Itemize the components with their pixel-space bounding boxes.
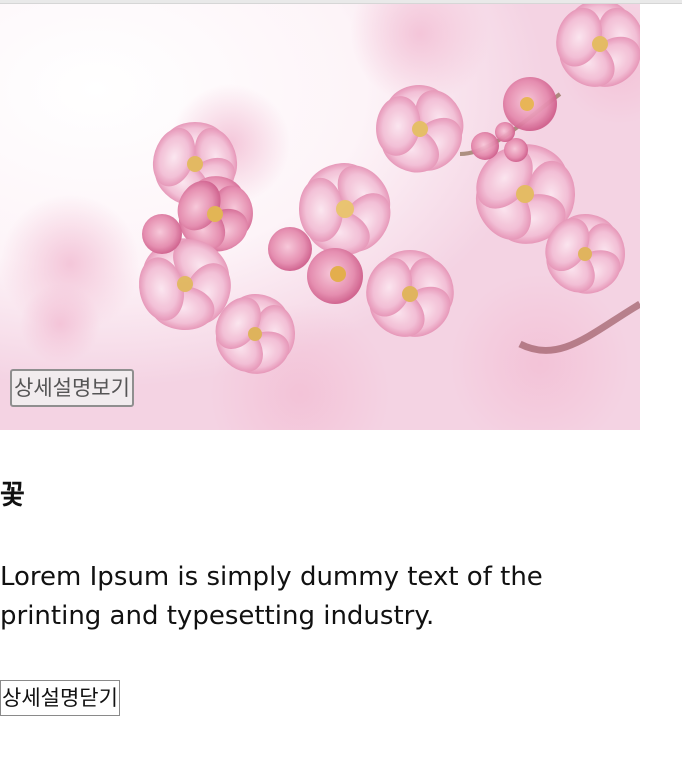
cherry-blossom-image <box>0 4 640 430</box>
show-details-button[interactable]: 상세설명보기 <box>10 369 134 407</box>
hide-details-button[interactable]: 상세설명닫기 <box>0 680 120 716</box>
card-description: Lorem Ipsum is simply dummy text of the … <box>0 562 543 631</box>
card-title: 꽃 <box>0 480 25 511</box>
flower-photo: 상세설명보기 <box>0 4 640 430</box>
